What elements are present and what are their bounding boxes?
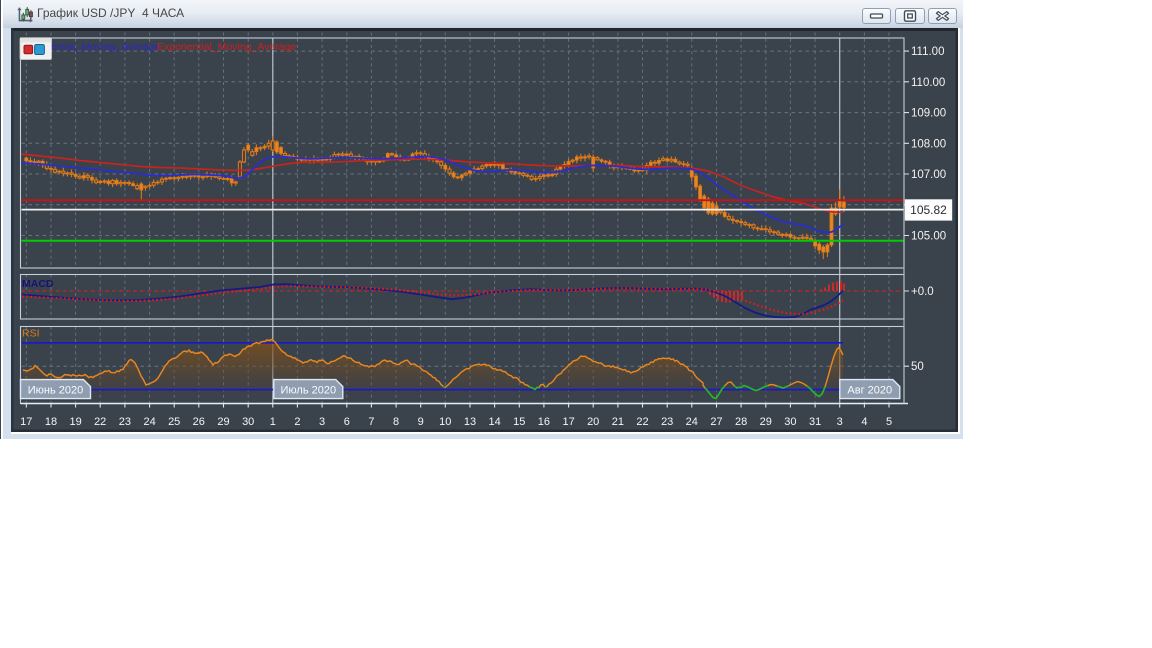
svg-text:4: 4 bbox=[861, 416, 867, 428]
svg-text:105.82: 105.82 bbox=[910, 203, 947, 217]
svg-text:5: 5 bbox=[886, 416, 892, 428]
svg-text:RSI: RSI bbox=[22, 328, 40, 340]
svg-text:22: 22 bbox=[94, 416, 106, 428]
svg-text:Июль 2020: Июль 2020 bbox=[281, 385, 337, 397]
svg-text:50: 50 bbox=[911, 361, 924, 373]
svg-text:20: 20 bbox=[587, 416, 599, 428]
svg-text:110.00: 110.00 bbox=[911, 77, 945, 89]
svg-text:26: 26 bbox=[193, 416, 205, 428]
svg-text:13: 13 bbox=[464, 416, 476, 428]
svg-text:7: 7 bbox=[368, 416, 374, 428]
svg-text:15: 15 bbox=[513, 416, 525, 428]
svg-text:Июнь 2020: Июнь 2020 bbox=[28, 385, 84, 397]
svg-text:14: 14 bbox=[488, 416, 500, 428]
svg-text:108.00: 108.00 bbox=[911, 138, 946, 150]
svg-text:109.00: 109.00 bbox=[911, 108, 946, 120]
svg-text:.: . bbox=[152, 41, 155, 53]
svg-text:+0.0: +0.0 bbox=[911, 286, 934, 298]
svg-text:21: 21 bbox=[612, 416, 624, 428]
svg-text:6: 6 bbox=[344, 416, 350, 428]
svg-text:19: 19 bbox=[69, 416, 81, 428]
svg-text:18: 18 bbox=[45, 416, 57, 428]
svg-text:111.00: 111.00 bbox=[911, 46, 944, 58]
svg-text:105.00: 105.00 bbox=[911, 231, 946, 243]
svg-text:MACD: MACD bbox=[22, 278, 54, 290]
svg-text:22: 22 bbox=[636, 416, 648, 428]
svg-text:30: 30 bbox=[784, 416, 796, 428]
svg-text:3: 3 bbox=[319, 416, 325, 428]
svg-text:8: 8 bbox=[393, 416, 399, 428]
svg-text:Авг 2020: Авг 2020 bbox=[847, 385, 892, 397]
svg-text:24: 24 bbox=[686, 416, 698, 428]
svg-text:28: 28 bbox=[735, 416, 747, 428]
svg-text:16: 16 bbox=[538, 416, 550, 428]
svg-text:30: 30 bbox=[242, 416, 254, 428]
svg-text:24: 24 bbox=[143, 416, 155, 428]
svg-text:17: 17 bbox=[562, 416, 574, 428]
svg-text:1: 1 bbox=[270, 416, 276, 428]
svg-text:27: 27 bbox=[710, 416, 722, 428]
svg-text:107.00: 107.00 bbox=[911, 169, 946, 181]
svg-text:29: 29 bbox=[217, 416, 229, 428]
svg-text:9: 9 bbox=[418, 416, 424, 428]
svg-text:25: 25 bbox=[168, 416, 180, 428]
svg-text:Exponential_Moving_Average: Exponential_Moving_Average bbox=[157, 41, 296, 53]
svg-text:31: 31 bbox=[809, 416, 821, 428]
svg-text:23: 23 bbox=[119, 416, 131, 428]
svg-text:10: 10 bbox=[439, 416, 451, 428]
svg-text:2: 2 bbox=[294, 416, 300, 428]
svg-text:23: 23 bbox=[661, 416, 673, 428]
svg-text:3: 3 bbox=[837, 416, 843, 428]
svg-text:29: 29 bbox=[760, 416, 772, 428]
svg-text:17: 17 bbox=[20, 416, 32, 428]
